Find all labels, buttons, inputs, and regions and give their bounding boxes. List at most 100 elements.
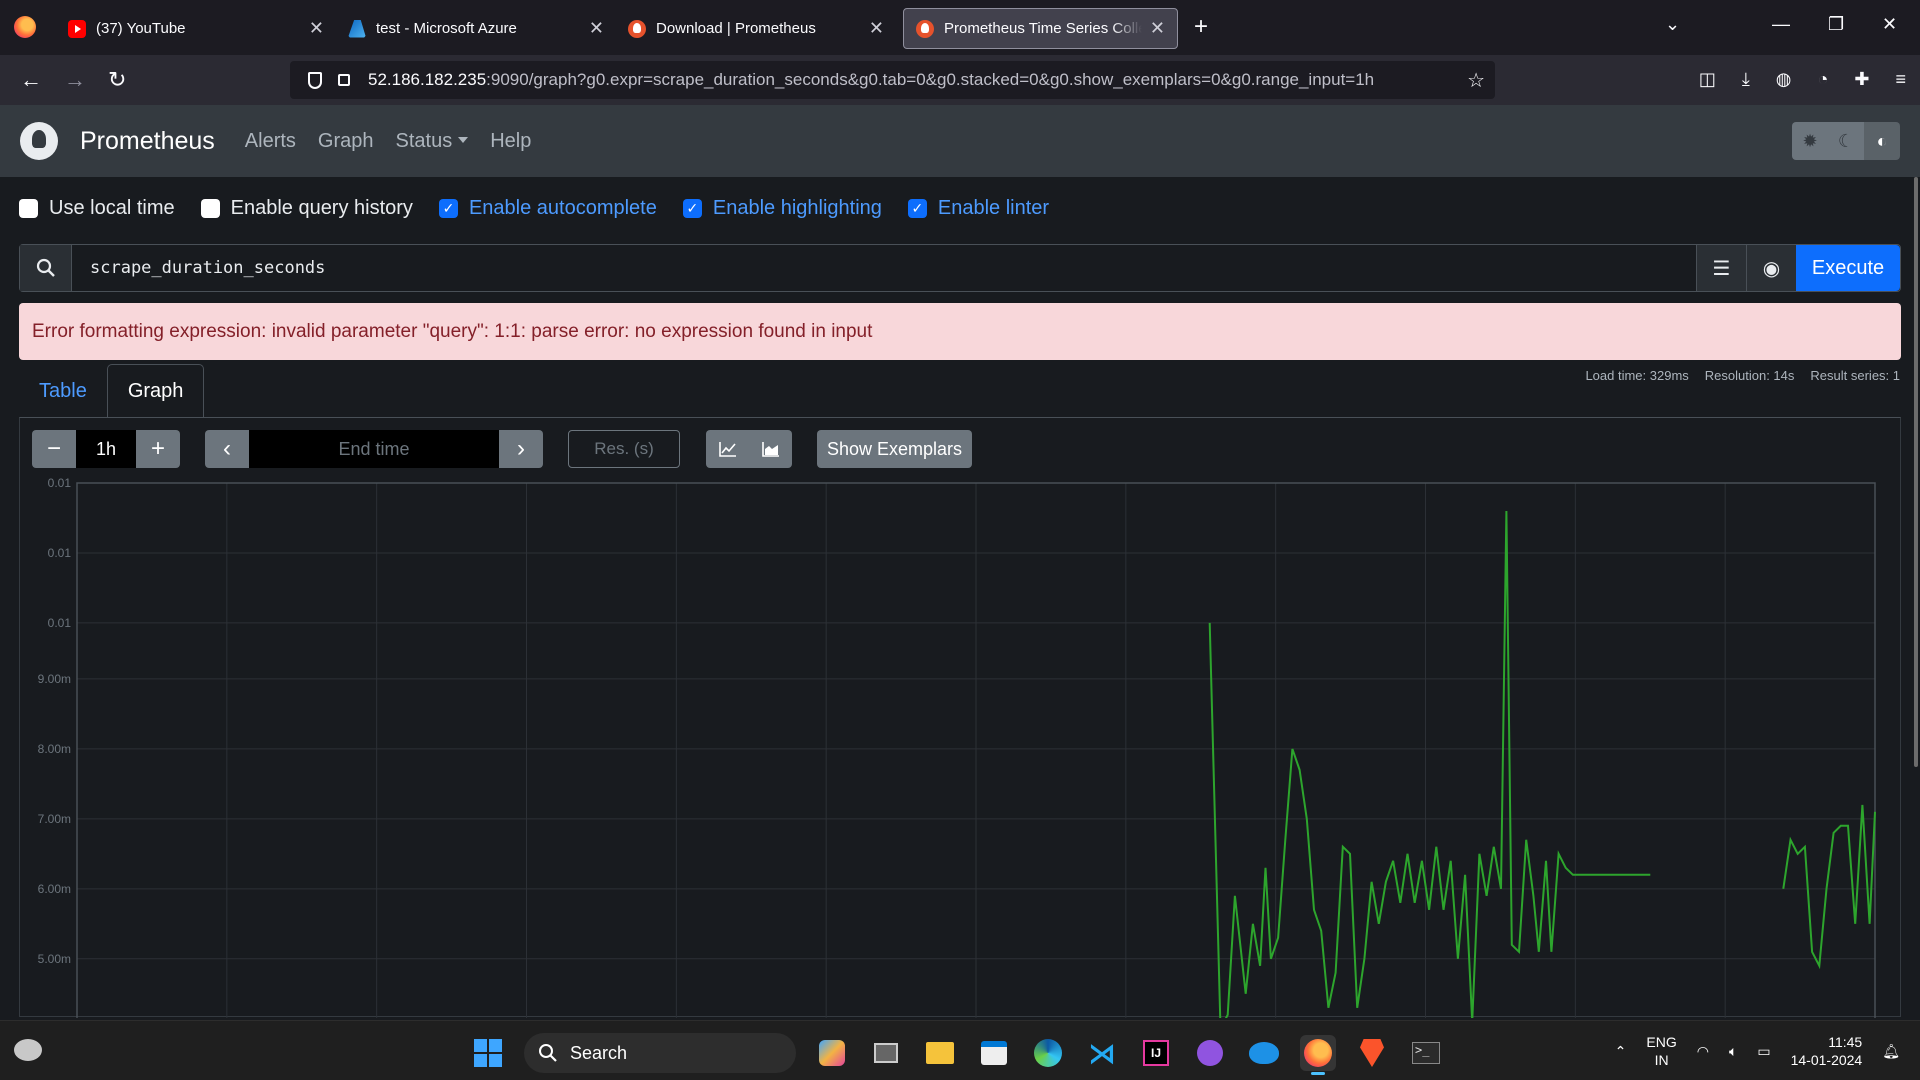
lock-icon[interactable] [338, 74, 350, 86]
language-indicator[interactable]: ENG IN [1646, 1033, 1676, 1069]
url-bar[interactable]: 52.186.182.235 :9090/graph?g0.expr=scrap… [290, 61, 1495, 99]
y-tick-label: 8.00m [38, 742, 71, 756]
time-series-chart[interactable]: 0.010.010.019.00m8.00m7.00m6.00m5.00m4.0… [20, 478, 1900, 1018]
tab-list-icon[interactable]: ⌄ [1665, 14, 1680, 35]
edge-icon[interactable] [1030, 1035, 1066, 1071]
tab-table[interactable]: Table [19, 364, 107, 418]
prometheus-icon [628, 19, 646, 38]
url-path: :9090/graph?g0.expr=scrape_duration_seco… [486, 70, 1375, 89]
option-autocomplete[interactable]: ✓ Enable autocomplete [438, 197, 657, 220]
metrics-explorer-icon[interactable]: ◉ [1746, 245, 1796, 291]
extensions-puzzle-icon[interactable]: ✚ [1854, 69, 1869, 90]
increase-range-button[interactable]: + [136, 430, 180, 468]
new-tab-icon[interactable]: + [1194, 13, 1208, 41]
decrease-range-button[interactable]: − [32, 430, 76, 468]
browser-tab-download[interactable]: Download | Prometheus ✕ [616, 8, 896, 49]
back-icon[interactable]: ← [20, 67, 42, 93]
close-tab-icon[interactable]: ✕ [309, 18, 324, 39]
minimize-icon[interactable]: — [1772, 14, 1790, 35]
pocket-icon[interactable]: ◫ [1699, 69, 1716, 90]
restore-icon[interactable]: ❐ [1828, 14, 1844, 35]
reload-icon[interactable]: ↻ [108, 67, 126, 93]
browser-tab-azure[interactable]: test - Microsoft Azure ✕ [336, 8, 616, 49]
copilot-icon[interactable] [814, 1035, 850, 1071]
menu-icon[interactable]: ≡ [1895, 69, 1906, 90]
stacked-chart-icon[interactable] [749, 430, 792, 468]
checkbox[interactable] [200, 199, 220, 218]
nav-graph[interactable]: Graph [318, 130, 374, 153]
nav-alerts[interactable]: Alerts [245, 130, 296, 153]
resolution-input[interactable]: Res. (s) [568, 430, 680, 468]
shield-icon[interactable] [308, 71, 322, 89]
clock[interactable]: 11:45 14-01-2024 [1791, 1033, 1863, 1069]
intellij-icon[interactable]: IJ [1138, 1035, 1174, 1071]
firefox-icon[interactable] [14, 16, 36, 38]
terminal-icon[interactable]: >_ [1408, 1035, 1444, 1071]
close-tab-icon[interactable]: ✕ [869, 18, 884, 39]
y-tick-label: 0.01 [48, 616, 72, 630]
execute-button[interactable]: Execute [1796, 245, 1900, 291]
result-series: Result series: 1 [1810, 368, 1900, 383]
line-chart-icon[interactable] [706, 430, 749, 468]
task-view-icon[interactable] [868, 1035, 904, 1071]
taskbar-search[interactable]: Search [524, 1033, 796, 1073]
browser-tab-youtube[interactable]: (37) YouTube ✕ [56, 8, 336, 49]
chevron-up-icon[interactable]: ⌃ [1615, 1043, 1627, 1060]
battery-icon[interactable]: ▭ [1757, 1043, 1770, 1060]
format-expression-icon[interactable]: ☰ [1696, 245, 1746, 291]
forward-icon[interactable]: → [64, 67, 86, 93]
ms-store-icon[interactable] [976, 1035, 1012, 1071]
close-window-icon[interactable]: ✕ [1882, 14, 1897, 35]
notification-bell-icon[interactable]: 🔔︎ [1882, 1043, 1900, 1060]
option-linter[interactable]: ✓ Enable linter [907, 197, 1049, 220]
prometheus-navbar: Prometheus Alerts Graph Status Help ✹ ☾ … [0, 105, 1920, 177]
firefox-taskbar-icon[interactable] [1300, 1035, 1336, 1075]
start-button[interactable] [470, 1035, 506, 1071]
end-time-input[interactable]: End time [249, 430, 499, 468]
vscode-icon[interactable]: ⋊ [1084, 1035, 1120, 1071]
show-exemplars-button[interactable]: Show Exemplars [817, 430, 973, 468]
prometheus-logo-icon[interactable] [20, 122, 58, 160]
brave-icon[interactable] [1354, 1035, 1390, 1071]
wifi-icon[interactable]: ◠ [1697, 1043, 1709, 1060]
chevron-left-icon[interactable]: ‹ [205, 430, 249, 468]
graph-controls: − 1h + ‹ End time › Res. (s) Show Exempl… [32, 430, 973, 468]
close-tab-icon[interactable]: ✕ [589, 18, 604, 39]
download-icon[interactable]: ⤓ [1742, 69, 1750, 90]
checkbox-checked[interactable]: ✓ [682, 199, 702, 218]
system-tray: ⌃ ENG IN ◠ 🔈︎ ▭ 11:45 14-01-2024 🔔︎ [1615, 1033, 1900, 1069]
weather-icon[interactable] [14, 1039, 42, 1061]
auto-theme-icon[interactable]: ◐ [1864, 122, 1900, 160]
browser-tabbar: (37) YouTube ✕ test - Microsoft Azure ✕ … [0, 0, 1920, 55]
volume-icon[interactable]: 🔈︎ [1729, 1043, 1737, 1060]
extension-icon[interactable]: ◔ [1818, 69, 1829, 90]
series-line[interactable] [1782, 804, 1876, 970]
file-explorer-icon[interactable] [922, 1035, 958, 1071]
bookmark-star-icon[interactable]: ☆ [1467, 68, 1485, 93]
brand-title[interactable]: Prometheus [80, 127, 215, 156]
tab-title: (37) YouTube [96, 20, 186, 37]
option-query-history[interactable]: Enable query history [200, 197, 413, 220]
option-label: Enable highlighting [712, 197, 882, 219]
light-theme-icon[interactable]: ✹ [1792, 122, 1828, 160]
url-host: 52.186.182.235 [368, 70, 487, 89]
vpn-globe-icon[interactable]: ◍ [1776, 69, 1792, 90]
browser-tab-active[interactable]: Prometheus Time Series Collection and Pr… [903, 8, 1178, 49]
docker-icon[interactable] [1246, 1035, 1282, 1071]
close-tab-icon[interactable]: ✕ [1150, 18, 1165, 39]
page-scrollbar[interactable] [1914, 177, 1918, 767]
option-highlighting[interactable]: ✓ Enable highlighting [682, 197, 882, 220]
tab-graph[interactable]: Graph [106, 364, 205, 418]
range-input[interactable]: 1h [76, 430, 136, 468]
expression-input[interactable] [72, 245, 1696, 291]
option-use-local-time[interactable]: Use local time [19, 197, 175, 220]
chevron-right-icon[interactable]: › [499, 430, 543, 468]
range-group: − 1h + [32, 430, 180, 468]
github-icon[interactable] [1192, 1035, 1228, 1071]
nav-status[interactable]: Status [396, 130, 469, 153]
checkbox-checked[interactable]: ✓ [907, 199, 927, 218]
nav-help[interactable]: Help [490, 130, 531, 153]
checkbox[interactable] [19, 199, 38, 218]
checkbox-checked[interactable]: ✓ [438, 199, 458, 218]
dark-theme-icon[interactable]: ☾ [1828, 122, 1864, 160]
